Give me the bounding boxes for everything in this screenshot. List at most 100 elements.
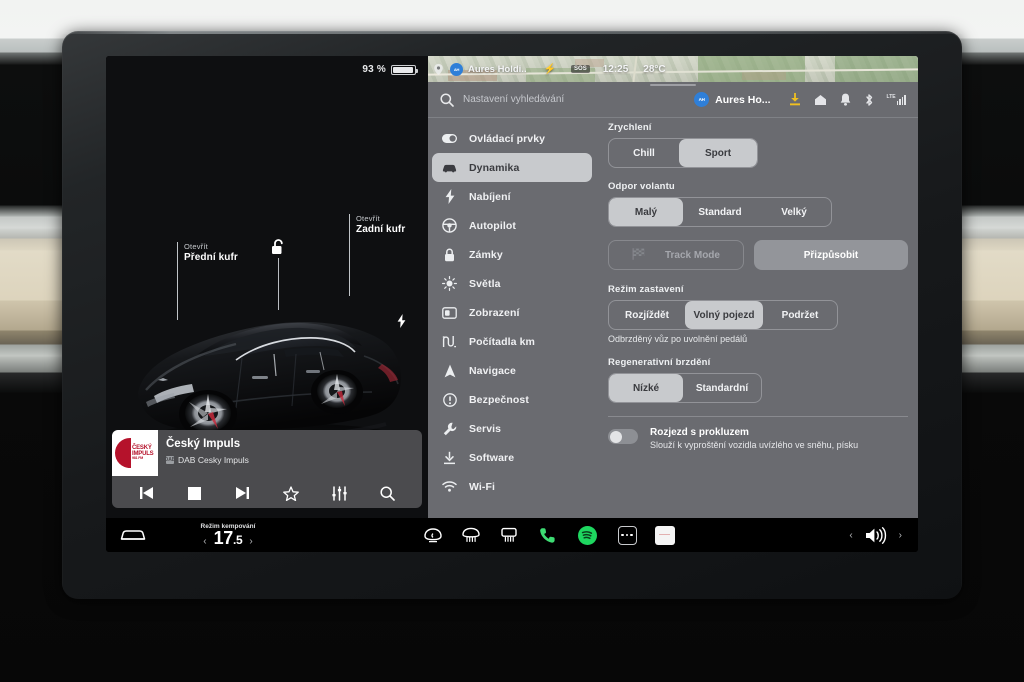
clock-label: 12:25 [602, 63, 629, 75]
avatar: AH [694, 92, 710, 107]
battery-fill [393, 66, 413, 73]
steering-option-velky[interactable]: Velký [757, 198, 831, 226]
home-icon[interactable] [814, 94, 827, 106]
profile-chip[interactable]: AH Aures Ho... [694, 92, 771, 107]
wifi-icon [442, 481, 457, 492]
stopping-option-rozjizdet[interactable]: Rozjíždět [609, 301, 685, 329]
acceleration-option-chill[interactable]: Chill [609, 139, 679, 167]
sidebar-item-software[interactable]: Software [432, 443, 592, 472]
stopping-option-podrzet[interactable]: Podržet [763, 301, 837, 329]
album-art-disc [115, 438, 131, 468]
lock-icon [442, 248, 457, 262]
search-icon[interactable] [374, 482, 402, 504]
map-profile-avatar[interactable]: AH [450, 62, 463, 76]
sidebar-item-svetla[interactable]: Světla [432, 269, 592, 298]
sliders-icon[interactable] [325, 482, 353, 504]
media-player[interactable]: ČESKÝ IMPULS 981 FM Český Impuls DAB DAB… [112, 430, 422, 508]
volume-decrease-button[interactable]: ‹ [849, 530, 852, 541]
stopping-mode-group: Režim zastavení Rozjíždět Volný pojezd P… [608, 284, 908, 344]
battery-status: 93 % [362, 64, 418, 75]
callout-stem [349, 214, 350, 296]
trunk-callout[interactable]: Otevřít Zadní kufr [349, 214, 406, 296]
steering-option-maly[interactable]: Malý [609, 198, 683, 226]
volume-icon[interactable] [865, 526, 887, 544]
temperature-increase-button[interactable]: › [249, 536, 252, 547]
temperature-decrease-button[interactable]: ‹ [203, 536, 206, 547]
sidebar-item-nabijeni[interactable]: Nabíjení [432, 182, 592, 211]
bell-icon[interactable] [840, 93, 851, 106]
toggle-knob [609, 430, 622, 443]
sidebar-item-wifi[interactable]: Wi-Fi [432, 472, 592, 501]
rear-defrost-icon[interactable] [490, 527, 528, 543]
sidebar-item-ovladaci-prvky[interactable]: Ovládací prvky [432, 124, 592, 153]
unlocked-padlock-icon[interactable] [271, 238, 286, 310]
acceleration-option-sport[interactable]: Sport [679, 139, 757, 167]
tesla-touchscreen-bezel: 93 % Otevřít Přední kufr Otevřít Zadní k… [62, 31, 962, 599]
front-defrost-icon[interactable] [414, 527, 452, 543]
sidebar-item-bezpecnost[interactable]: Bezpečnost [432, 385, 592, 414]
sidebar-item-servis[interactable]: Servis [432, 414, 592, 443]
checkered-flag-icon [632, 247, 645, 263]
traction-setting-row[interactable]: Rozjezd s prokluzem Slouží k vyproštění … [608, 427, 908, 451]
settings-sidebar: Ovládací prvky Dynamika Nabíjení Autopil… [432, 122, 592, 518]
stopping-option-volny-pojezd[interactable]: Volný pojezd [685, 301, 763, 329]
regen-braking-group: Regenerativní brzdění Nízké Standardní [608, 357, 908, 403]
trunk-callout-action: Otevřít [356, 214, 380, 223]
settings-header: Nastavení vyhledávání AH Aures Ho... LTE [428, 82, 918, 118]
seat-heater-icon[interactable] [452, 527, 490, 543]
map-background-strip[interactable]: AH Aures Holdi.. ⚡ SOS 12:25 28°C [428, 56, 918, 82]
temperature-value: 17.5 [213, 527, 243, 548]
navigation-pin-icon[interactable] [432, 63, 445, 76]
traction-description: Slouží k vyproštění vozidla uvízlého ve … [650, 440, 859, 450]
search-input[interactable]: Nastavení vyhledávání [463, 94, 564, 105]
more-apps-button[interactable] [608, 525, 646, 545]
volume-increase-button[interactable]: › [899, 530, 902, 541]
spotify-app-button[interactable] [566, 525, 608, 545]
charge-bolt-icon[interactable] [397, 314, 406, 331]
sidebar-item-label: Ovládací prvky [469, 132, 546, 145]
car-icon [442, 163, 457, 173]
regen-option-standardni[interactable]: Standardní [683, 374, 761, 402]
regen-option-nizke[interactable]: Nízké [609, 374, 683, 402]
map-account-label: Aures Holdi.. [468, 63, 527, 75]
sidebar-item-pocitadla-km[interactable]: Počítadla km [432, 327, 592, 356]
bezel-highlight [62, 31, 962, 34]
track-mode-label: Track Mode [664, 249, 720, 261]
car-front-icon[interactable] [106, 528, 160, 542]
settings-content: Zrychlení Chill Sport Odpor volantu Malý… [608, 122, 908, 518]
sos-badge[interactable]: SOS [571, 65, 590, 73]
acceleration-group: Zrychlení Chill Sport [608, 122, 908, 168]
profile-name-label: Aures Ho... [715, 93, 771, 106]
sidebar-item-zobrazeni[interactable]: Zobrazení [432, 298, 592, 327]
trunk-callout-label: Zadní kufr [356, 224, 406, 235]
search-icon[interactable] [440, 92, 456, 107]
sidebar-item-navigace[interactable]: Navigace [432, 356, 592, 385]
stopping-mode-label: Režim zastavení [608, 284, 684, 295]
navigation-arrow-icon [442, 364, 457, 378]
sidebar-item-label: Světla [469, 277, 501, 290]
software-download-icon[interactable] [789, 93, 801, 106]
stop-icon[interactable] [180, 482, 208, 504]
skip-previous-icon[interactable] [132, 482, 160, 504]
track-mode-button[interactable]: Track Mode [608, 240, 744, 270]
climate-control[interactable]: Režim kempování ‹ 17.5 › [160, 522, 296, 549]
volume-control: ‹ › [849, 526, 918, 544]
phone-icon[interactable] [528, 527, 566, 544]
steering-option-standard[interactable]: Standard [683, 198, 757, 226]
bluetooth-icon[interactable] [864, 93, 874, 107]
skip-next-icon[interactable] [229, 482, 257, 504]
sidebar-item-label: Dynamika [469, 161, 520, 174]
customize-button[interactable]: Přizpůsobit [753, 240, 908, 270]
sidebar-item-label: Wi-Fi [469, 480, 496, 493]
frunk-callout[interactable]: Otevřít Přední kufr [177, 242, 238, 320]
section-divider [608, 416, 908, 417]
steering-group: Odpor volantu Malý Standard Velký [608, 181, 908, 227]
card-app-button[interactable] [646, 525, 684, 545]
sidebar-item-autopilot[interactable]: Autopilot [432, 211, 592, 240]
sidebar-item-dynamika[interactable]: Dynamika [432, 153, 592, 182]
sidebar-item-zamky[interactable]: Zámky [432, 240, 592, 269]
star-icon[interactable] [277, 482, 305, 504]
traction-toggle[interactable] [608, 429, 638, 444]
media-controls [112, 478, 422, 508]
outside-temperature-label: 28°C [643, 63, 666, 75]
